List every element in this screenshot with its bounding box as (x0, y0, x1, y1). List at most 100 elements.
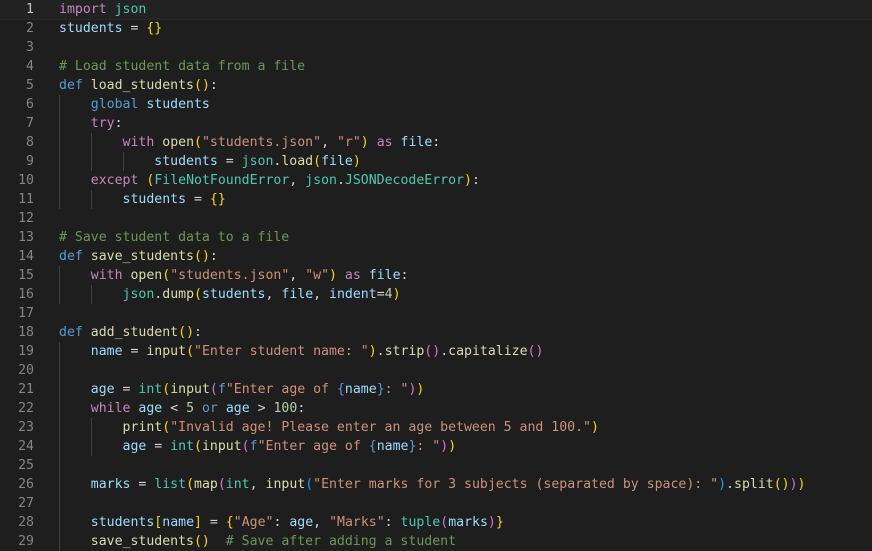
code-token: : (209, 78, 218, 93)
line-number: 10 (18, 173, 34, 188)
code-token: capitalize (448, 344, 528, 359)
code-line[interactable]: 7 try: (0, 114, 872, 133)
code-token: : (194, 325, 202, 340)
code-line[interactable]: 29 save_students() # Save after adding a… (0, 532, 872, 551)
code-token: , (249, 477, 266, 492)
code-token: ( (241, 439, 250, 454)
code-token: ] (194, 515, 202, 530)
code-line[interactable]: 25 (0, 456, 872, 475)
line-number: 17 (18, 306, 34, 321)
code-line[interactable]: 13 # Save student data to a file (0, 228, 872, 247)
code-token: students (122, 192, 187, 207)
code-token: ( (186, 344, 195, 359)
code-token: "Enter age of (257, 439, 369, 454)
code-line[interactable]: 23 print("Invalid age! Please enter an a… (0, 418, 872, 437)
code-line[interactable]: 28 students[name] = {"Age": age, "Marks"… (0, 513, 872, 532)
code-line[interactable]: 10 except (FileNotFoundError, json.JSOND… (0, 171, 872, 190)
line-number: 11 (18, 192, 34, 207)
code-token: name (162, 515, 195, 530)
code-token: list (154, 477, 187, 492)
code-token: name (344, 382, 377, 397)
code-token: } (376, 382, 385, 397)
line-number: 2 (26, 21, 34, 36)
code-token: , (313, 515, 330, 530)
code-text: save_students() # Save after adding a st… (59, 532, 456, 551)
indent-guide (59, 95, 60, 209)
code-token: # Save student data to a file (59, 230, 290, 245)
code-token: : (471, 173, 480, 188)
code-text: with open("students.json", "w") as file: (59, 266, 409, 285)
code-token: f (217, 382, 226, 397)
code-line[interactable]: 17 (0, 304, 872, 323)
code-token: ) (329, 268, 337, 283)
line-number: 5 (26, 78, 34, 93)
code-line[interactable]: 12 (0, 209, 872, 228)
code-text: import json (59, 0, 146, 19)
code-token: ( (209, 382, 218, 397)
code-line[interactable]: 5 def load_students(): (0, 76, 872, 95)
code-line[interactable]: 11 students = {} (0, 190, 872, 209)
line-number: 25 (18, 458, 34, 473)
code-token: "students.json" (170, 268, 290, 283)
code-line[interactable]: 16 json.dump(students, file, indent=4) (0, 285, 872, 304)
code-line[interactable]: 24 age = int(input(f"Enter age of {name}… (0, 437, 872, 456)
code-line[interactable]: 1 import json (0, 0, 872, 20)
code-line[interactable]: 19 name = input("Enter student name: ").… (0, 342, 872, 361)
code-text: while age < 5 or age > 100: (59, 399, 306, 418)
code-token: dump (162, 287, 195, 302)
code-token: "Invalid age! Please enter an age betwee… (170, 420, 591, 435)
code-token: = (122, 344, 147, 359)
code-token: 5 (186, 401, 195, 416)
code-line[interactable]: 18 def add_student(): (0, 323, 872, 342)
code-token: except (90, 173, 139, 188)
code-token: json (305, 173, 337, 188)
code-line[interactable]: 8 with open("students.json", "r") as fil… (0, 133, 872, 152)
code-token: 100 (273, 401, 298, 416)
code-token: ( (313, 154, 322, 169)
code-line[interactable]: 9 students = json.load(file) (0, 152, 872, 171)
code-line[interactable]: 27 (0, 494, 872, 513)
code-token: {} (209, 192, 226, 207)
code-token: file (281, 287, 314, 302)
code-line[interactable]: 22 while age < 5 or age > 100: (0, 399, 872, 418)
line-number: 22 (18, 401, 34, 416)
code-line[interactable]: 6 global students (0, 95, 872, 114)
code-line[interactable]: 4 # Load student data from a file (0, 57, 872, 76)
code-line[interactable]: 3 (0, 38, 872, 57)
line-number: 16 (18, 287, 34, 302)
code-token: ) (448, 439, 457, 454)
code-token: age (225, 401, 250, 416)
code-token: 4 (384, 287, 393, 302)
indent-guide (59, 266, 60, 304)
code-token: ) (789, 477, 798, 492)
code-token: ( (162, 420, 171, 435)
code-line[interactable]: 20 (0, 361, 872, 380)
code-token: open (162, 135, 195, 150)
code-token: ( (186, 477, 195, 492)
code-token: ( (194, 135, 202, 150)
code-token: or (201, 401, 218, 416)
code-token: {} (146, 21, 163, 36)
code-token: file (368, 268, 401, 283)
code-token: = (130, 477, 155, 492)
code-token: ) (464, 173, 472, 188)
code-line[interactable]: 15 with open("students.json", "w") as fi… (0, 266, 872, 285)
code-token: import (59, 2, 107, 17)
code-editor[interactable]: 1 import json 2 students = {} 3 4 # Load stude… (0, 0, 872, 551)
code-line[interactable]: 26 marks = list(map(int, input("Enter ma… (0, 475, 872, 494)
indent-guide (59, 342, 60, 551)
code-line[interactable]: 14 def save_students(): (0, 247, 872, 266)
code-line[interactable]: 21 age = int(input(f"Enter age of {name}… (0, 380, 872, 399)
code-text: students = {} (59, 190, 226, 209)
code-token: ) (718, 477, 727, 492)
code-line[interactable]: 2 students = {} (0, 19, 872, 38)
code-token: split (734, 477, 774, 492)
code-text: def save_students(): (59, 247, 218, 266)
line-number: 14 (18, 249, 34, 264)
code-token: marks (448, 515, 488, 530)
